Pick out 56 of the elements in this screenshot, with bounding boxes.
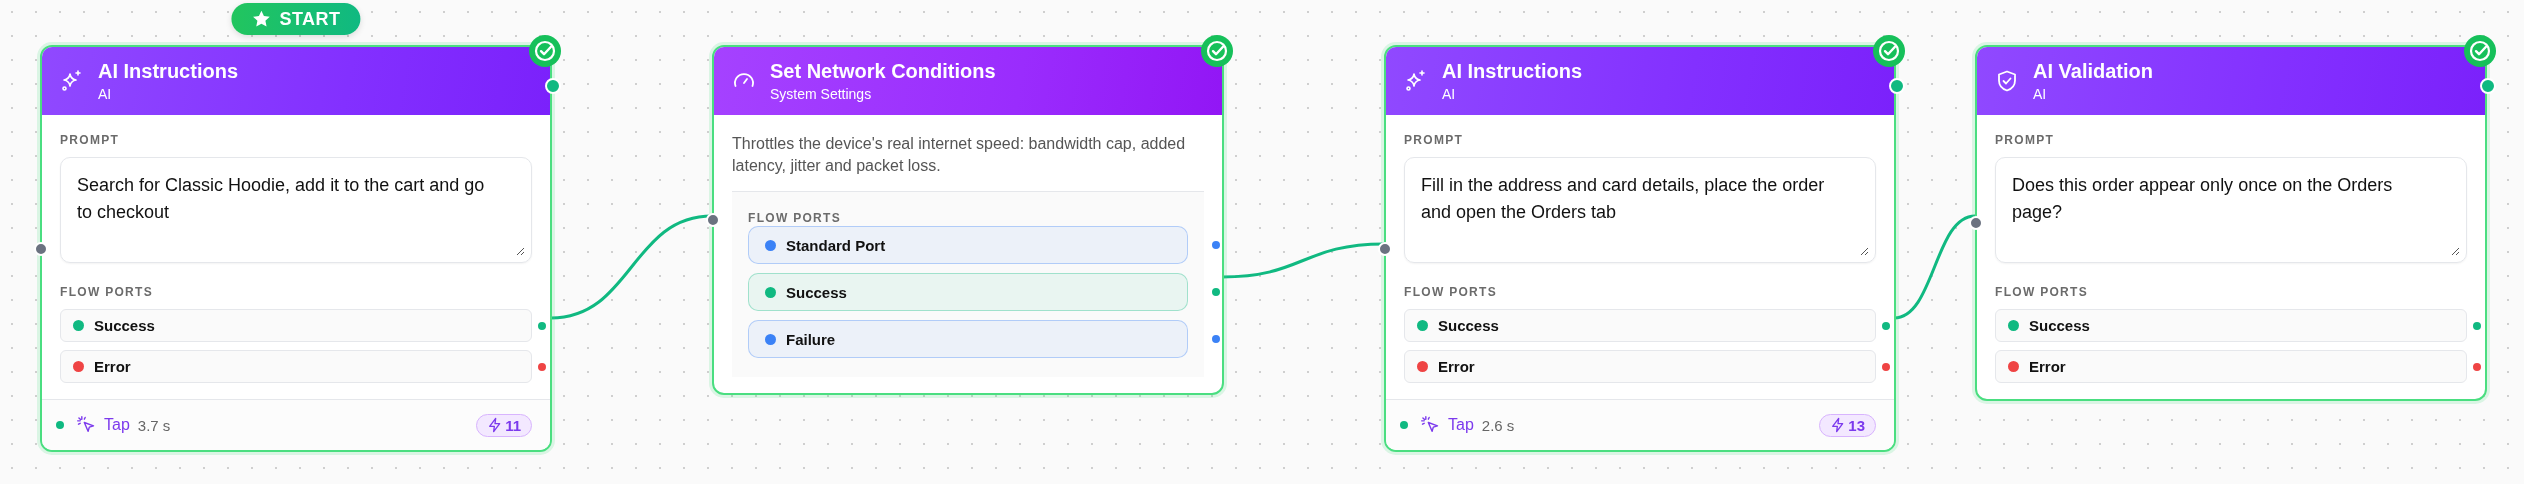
node-title: Set Network Conditions — [770, 60, 996, 82]
section-label: PROMPT — [1995, 133, 2056, 147]
output-handle[interactable] — [2480, 78, 2496, 94]
input-handle[interactable] — [1969, 216, 1983, 230]
step-count-badge: 11 — [476, 413, 532, 437]
node-subtitle: AI — [98, 86, 113, 102]
resize-grip-icon — [515, 246, 525, 256]
section-label: PROMPT — [60, 133, 121, 147]
input-handle[interactable] — [706, 213, 720, 227]
port-handle[interactable] — [1210, 333, 1222, 345]
prompt-field[interactable]: Does this order appear only once on the Orders page? — [1995, 157, 2467, 263]
node-title: AI Instructions — [1442, 60, 1582, 82]
output-handle[interactable] — [545, 78, 561, 94]
flow-node-card[interactable]: AI Instructions AI PROMPT Fill in the address and card details, place the order and open the Orders tab FLOW PORTS Success Error Tap 2.6 s 13 — [1384, 45, 1896, 452]
cursor-click-icon — [1420, 415, 1440, 435]
prompt-field[interactable]: Search for Classic Hoodie, add it to the cart and go to checkout — [60, 157, 532, 263]
status-dot — [56, 421, 64, 429]
action-label: Tap — [104, 416, 130, 434]
flow-node-card[interactable]: AI Validation AI PROMPT Does this order appear only once on the Orders page? FLOW PORTS Success Error — [1975, 45, 2487, 401]
port-handle[interactable] — [1210, 239, 1222, 251]
node-title: AI Instructions — [98, 60, 238, 82]
resize-grip-icon — [1859, 246, 1869, 256]
section-label: FLOW PORTS — [60, 285, 154, 299]
section-label: FLOW PORTS — [748, 211, 841, 225]
port-handle[interactable] — [1880, 360, 1892, 373]
resize-grip-icon — [2450, 246, 2460, 256]
prompt-field[interactable]: Fill in the address and card details, place the order and open the Orders tab — [1404, 157, 1876, 263]
section-label: FLOW PORTS — [1995, 285, 2089, 299]
duration-text: 3.7 s — [137, 416, 171, 434]
node-description: Throttles the device's real internet speed: bandwidth cap, added latency, jitter and packet loss. — [732, 134, 1187, 176]
node-subtitle: System Settings — [770, 86, 873, 102]
section-label: PROMPT — [1404, 133, 1465, 147]
star-icon — [251, 9, 272, 29]
sparkle-icon — [1404, 69, 1428, 93]
node-subtitle: AI — [2033, 86, 2048, 102]
output-handle[interactable] — [1889, 78, 1905, 94]
flow-node-card[interactable]: AI Instructions AI PROMPT Search for Classic Hoodie, add it to the cart and go to checkout FLOW PORTS Success Error Tap 3.7 s 11 — [40, 45, 552, 452]
input-handle[interactable] — [34, 241, 48, 256]
port-handle[interactable] — [536, 319, 548, 332]
sparkle-icon — [60, 69, 84, 93]
section-label: FLOW PORTS — [1404, 285, 1498, 299]
flow-node-card[interactable]: Set Network Conditions System Settings Throttles the device's real internet speed: bandwidth cap, added latency, jitter and packet loss. FLOW PORTS Standard Port Success Failure — [712, 45, 1224, 395]
cursor-click-icon — [76, 415, 96, 435]
status-dot — [1400, 421, 1408, 429]
node-subtitle: AI — [1442, 86, 1457, 102]
port-handle[interactable] — [1210, 286, 1222, 298]
port-handle[interactable] — [2471, 319, 2483, 332]
shield-check-icon — [1995, 69, 2019, 93]
port-handle[interactable] — [536, 360, 548, 373]
node-title: AI Validation — [2033, 60, 2154, 82]
port-handle[interactable] — [2471, 360, 2483, 373]
step-count-badge: 13 — [1819, 413, 1876, 437]
start-badge: START — [231, 3, 361, 35]
port-handle[interactable] — [1880, 319, 1892, 332]
duration-text: 2.6 s — [1481, 416, 1515, 434]
action-label: Tap — [1448, 416, 1474, 434]
